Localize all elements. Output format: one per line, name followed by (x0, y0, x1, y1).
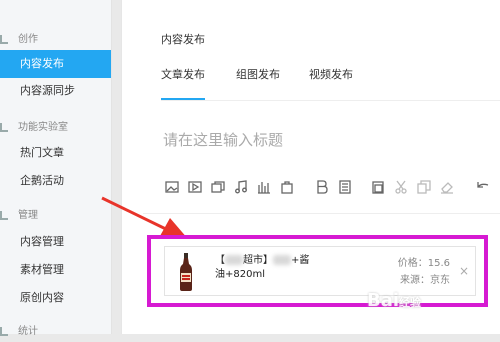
sidebar-item-content-manage[interactable]: 内容管理 (0, 228, 111, 256)
chart-icon[interactable] (255, 178, 273, 196)
tabs-divider (161, 100, 500, 101)
product-source: 来源：京东 (400, 275, 450, 286)
sidebar-item-content-publish[interactable]: 内容发布 (0, 50, 111, 78)
undo-icon[interactable] (473, 178, 491, 196)
shopping-bag-icon[interactable] (278, 178, 296, 196)
section-icon (0, 123, 8, 132)
sidebar-section-create: 创作 (0, 30, 111, 50)
sidebar-item-original-content[interactable]: 原创内容 (0, 284, 111, 312)
music-icon[interactable] (232, 178, 250, 196)
bold-icon[interactable] (313, 178, 331, 196)
product-name: 【超市】 +酱 油+820ml (215, 255, 310, 280)
image-icon[interactable] (163, 178, 181, 196)
sidebar-section-manage: 管理 (0, 206, 111, 226)
sidebar-section-stats: 统计 (0, 322, 111, 342)
product-price: 价格：15.6 (397, 258, 450, 269)
blurred-text (273, 255, 291, 265)
sidebar-item-content-sync[interactable]: 内容源同步 (0, 77, 111, 105)
eraser-icon[interactable] (438, 178, 456, 196)
section-icon (0, 327, 8, 336)
copy-icon[interactable] (415, 178, 433, 196)
product-card[interactable]: 【超市】 +酱 油+820ml 价格：15.6 来源：京东 × (164, 246, 476, 296)
baidu-watermark: Bai经验 (367, 290, 422, 311)
quote-icon[interactable] (336, 178, 354, 196)
sidebar-item-material-manage[interactable]: 素材管理 (0, 256, 111, 284)
toolbar-divider (143, 213, 500, 214)
tab-video-publish[interactable]: 视频发布 (309, 66, 353, 82)
close-icon[interactable]: × (459, 264, 469, 278)
video-icon[interactable] (186, 178, 204, 196)
blurred-text (225, 255, 243, 265)
section-icon (0, 211, 8, 220)
cut-icon[interactable] (392, 178, 410, 196)
paste-icon[interactable] (369, 178, 387, 196)
page-title: 内容发布 (161, 33, 205, 46)
sidebar: 创作 内容发布 内容源同步 功能实验室 热门文章 企鹅活动 管理 内容管理 素材… (0, 0, 112, 337)
sidebar-section-lab: 功能实验室 (0, 118, 111, 138)
sidebar-item-penguin-events[interactable]: 企鹅活动 (0, 167, 111, 195)
title-input[interactable] (161, 127, 465, 153)
tab-gallery-publish[interactable]: 组图发布 (236, 66, 280, 82)
soy-sauce-bottle-image (180, 253, 192, 291)
gallery-icon[interactable] (209, 178, 227, 196)
sidebar-item-hot-articles[interactable]: 热门文章 (0, 139, 111, 167)
tab-article-publish[interactable]: 文章发布 (161, 66, 205, 100)
section-icon (0, 35, 8, 44)
